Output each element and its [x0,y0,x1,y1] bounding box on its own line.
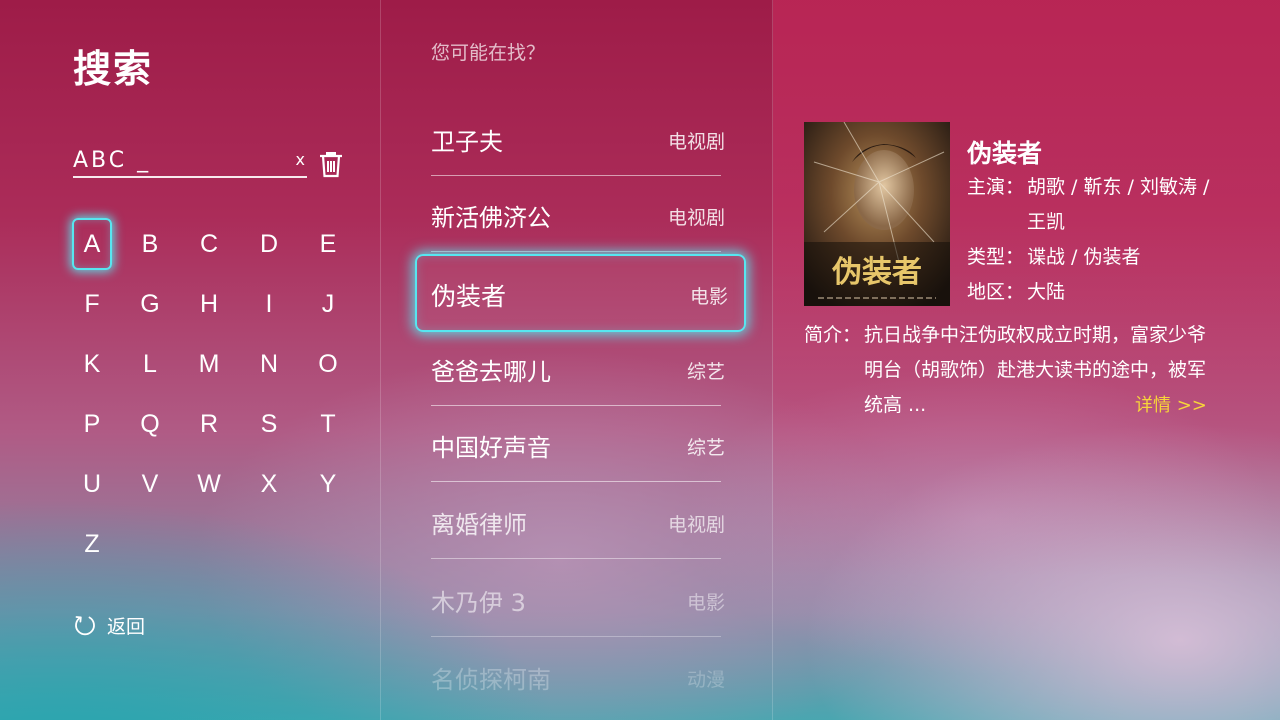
key-w[interactable]: W [189,458,229,510]
movie-poster[interactable]: 伪装者 [804,122,950,306]
key-v[interactable]: V [130,458,170,510]
key-i[interactable]: I [249,278,289,330]
region-row: 地区： 大陆 [967,275,1217,310]
suggestion-name: 名侦探柯南 [431,666,551,694]
key-t[interactable]: T [308,398,348,450]
genre-label: 类型： [967,246,1025,268]
back-icon [75,616,95,636]
genre-row: 类型： 谍战 / 伪装者 [967,240,1217,275]
row-divider [431,636,721,637]
row-divider [431,481,721,482]
key-u[interactable]: U [72,458,112,510]
suggestion-item[interactable]: 伪装者 电影 [415,254,746,332]
suggestion-panel: 您可能在找？ 卫子夫 电视剧 新活佛济公 电视剧 伪装者 电影 爸爸去哪儿 综艺 中国好声音 综艺… [381,0,773,720]
suggestion-category: 电影 [689,286,728,308]
key-b[interactable]: B [130,218,170,270]
key-r[interactable]: R [189,398,229,450]
key-l[interactable]: L [130,338,170,390]
key-y[interactable]: Y [308,458,348,510]
clear-input-button[interactable]: x [296,150,305,169]
details-link[interactable]: 详情 >> [1135,388,1207,423]
suggestion-item[interactable]: 新活佛济公 电视剧 [431,176,725,252]
suggestion-hint: 您可能在找？ [431,42,546,64]
suggestion-name: 卫子夫 [431,128,503,156]
suggestion-item[interactable]: 离婚律师 电视剧 [431,483,725,559]
suggestion-name: 伪装者 [431,282,507,311]
keyboard-panel: 搜索 ABC _ x ABCDE FGHIJ KLMNO PQRST UVWXY Z 返回 [0,0,380,720]
key-m[interactable]: M [189,338,229,390]
suggestion-category: 电视剧 [667,131,725,153]
suggestion-name: 中国好声音 [431,434,551,462]
search-input-value: ABC _ [73,148,152,173]
suggestion-category: 电视剧 [667,514,725,536]
cast-label: 主演： [967,176,1025,198]
key-h[interactable]: H [189,278,229,330]
key-q[interactable]: Q [130,398,170,450]
key-o[interactable]: O [308,338,348,390]
key-d[interactable]: D [249,218,289,270]
suggestion-item[interactable]: 卫子夫 电视剧 [431,100,725,176]
key-k[interactable]: K [72,338,112,390]
back-label: 返回 [107,615,146,638]
search-input[interactable]: ABC _ x [73,144,307,178]
region-value: 大陆 [1027,281,1066,303]
suggestion-item[interactable]: 名侦探柯南 动漫 [431,638,725,714]
cast-value: 胡歌 / 靳东 / 刘敏涛 / 王凯 [1027,176,1210,233]
suggestion-item[interactable]: 爸爸去哪儿 综艺 [431,330,725,406]
key-c[interactable]: C [189,218,229,270]
key-e[interactable]: E [308,218,348,270]
key-j[interactable]: J [308,278,348,330]
synopsis-label: 简介： [804,324,862,346]
poster-title: 伪装者 [832,255,922,290]
key-p[interactable]: P [72,398,112,450]
row-divider [431,251,721,252]
cast-row: 主演： 胡歌 / 靳东 / 刘敏涛 / 王凯 [967,170,1217,240]
key-n[interactable]: N [249,338,289,390]
suggestion-name: 新活佛济公 [431,204,551,232]
key-s[interactable]: S [249,398,289,450]
suggestion-category: 综艺 [686,437,725,459]
back-button[interactable]: 返回 [73,612,145,638]
suggestion-item[interactable]: 中国好声音 综艺 [431,406,725,482]
suggestion-category: 综艺 [686,361,725,383]
key-x[interactable]: X [249,458,289,510]
suggestion-category: 电视剧 [667,207,725,229]
suggestion-category: 电影 [686,592,725,614]
suggestion-name: 爸爸去哪儿 [431,358,551,386]
key-a[interactable]: A [72,218,112,270]
suggestion-item[interactable]: 木乃伊 3 电影 [431,561,725,637]
key-z[interactable]: Z [72,518,112,570]
suggestion-name: 木乃伊 3 [431,589,526,617]
key-g[interactable]: G [130,278,170,330]
movie-title: 伪装者 [967,139,1043,168]
key-f[interactable]: F [72,278,112,330]
region-label: 地区： [967,281,1025,303]
detail-panel: 伪装者 伪装者 主演： 胡歌 / 靳东 / 刘敏涛 / 王凯 类型： 谍战 / 伪装… [773,0,1280,720]
delete-icon[interactable] [318,150,344,178]
page-title: 搜索 [73,47,154,91]
row-divider [431,558,721,559]
suggestion-name: 离婚律师 [431,511,527,539]
genre-value: 谍战 / 伪装者 [1027,246,1141,268]
suggestion-category: 动漫 [686,669,725,691]
